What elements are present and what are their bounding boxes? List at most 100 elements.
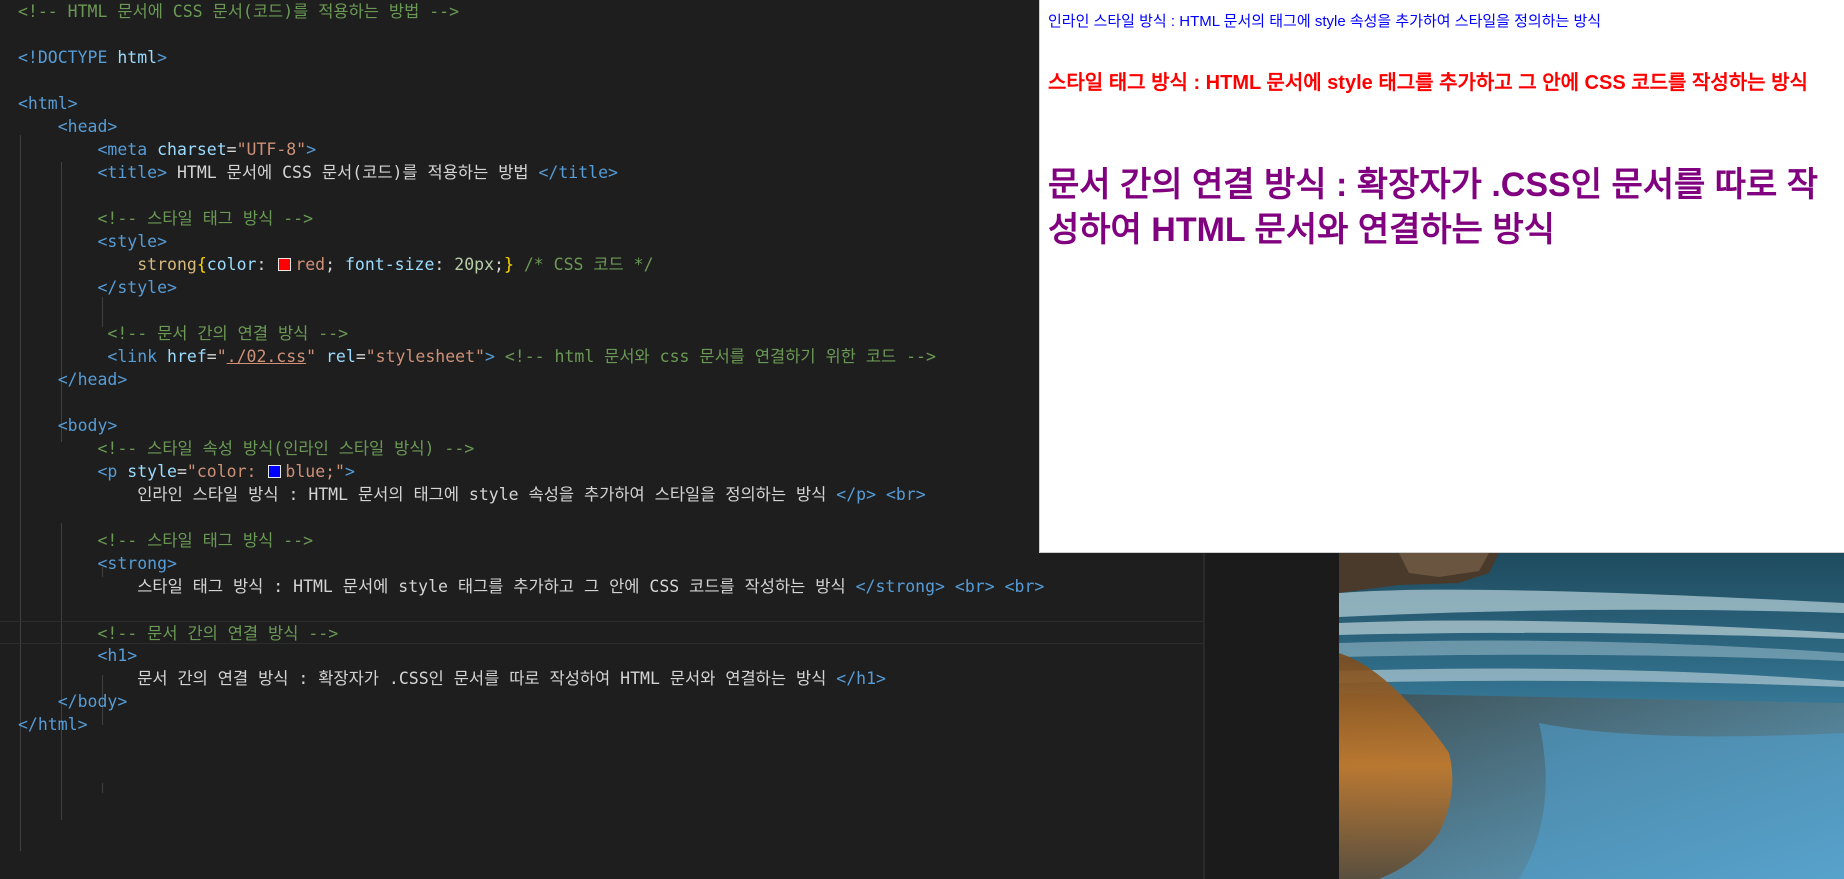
code-line[interactable]: <!DOCTYPE html> [0, 46, 1203, 69]
code-token: <!-- 문서 간의 연결 방식 --> [97, 624, 339, 643]
browser-preview-page: 인라인 스타일 방식 : HTML 문서의 태그에 style 속성을 추가하여… [1039, 0, 1844, 553]
code-token: strong [137, 255, 197, 274]
color-swatch-icon[interactable] [278, 258, 292, 271]
code-line[interactable]: <!-- 스타일 속성 방식(인라인 스타일 방식) --> [0, 437, 1203, 460]
code-line[interactable] [0, 23, 1203, 46]
code-token: style [127, 462, 177, 481]
code-line[interactable]: <!-- 스타일 태그 방식 --> [0, 207, 1203, 230]
code-line[interactable]: </style> [0, 276, 1203, 299]
inline-style-paragraph: 인라인 스타일 방식 : HTML 문서의 태그에 style 속성을 추가하여… [1048, 13, 1602, 30]
color-swatch-icon[interactable] [268, 465, 282, 478]
code-line[interactable]: </html> [0, 713, 1203, 736]
desktop-wallpaper-beach-photo [1339, 553, 1844, 879]
code-token: <p [97, 462, 118, 481]
code-token: <body> [57, 416, 118, 435]
code-line[interactable]: <!-- 스타일 태그 방식 --> [0, 529, 1203, 552]
code-token: <head> [57, 117, 118, 136]
code-line[interactable]: <link href="./02.css" rel="stylesheet"> … [0, 345, 1203, 368]
code-token: } [503, 255, 514, 274]
code-token: ; [494, 255, 504, 274]
code-line[interactable]: </head> [0, 368, 1203, 391]
strong-style-text: 스타일 태그 방식 : HTML 문서에 style 태그를 추가하고 그 안에… [1048, 72, 1808, 94]
indent-guide [102, 783, 103, 793]
code-token: href [167, 347, 207, 366]
code-line[interactable]: <!-- 문서 간의 연결 방식 --> [0, 621, 1203, 644]
code-token: </head> [57, 370, 128, 389]
linked-css-heading: 문서 간의 연결 방식 : 확장자가 .CSS인 문서를 따로 작성하여 HTM… [1048, 166, 1819, 249]
code-token: = [176, 462, 187, 481]
code-line[interactable] [0, 391, 1203, 414]
code-token: HTML 문서에 CSS 문서(코드)를 적용하는 방법 [167, 163, 539, 182]
code-token: <!-- html 문서와 css 문서를 연결하기 위한 코드 --> [504, 347, 936, 366]
code-token: > [484, 347, 495, 366]
code-line[interactable]: <html> [0, 92, 1203, 115]
code-token: = [226, 140, 237, 159]
code-token: rel [326, 347, 356, 366]
code-token: </p> [836, 485, 877, 504]
code-token: <!-- 스타일 속성 방식(인라인 스타일 방식) --> [97, 439, 475, 458]
code-token: " [216, 347, 227, 366]
code-token: <style> [97, 232, 168, 251]
code-line[interactable]: <!-- 문서 간의 연결 방식 --> [0, 322, 1203, 345]
code-token: " [306, 347, 317, 366]
code-token: <!-- 문서 간의 연결 방식 --> [107, 324, 349, 343]
code-token: <! [18, 48, 38, 67]
code-token: DOCTYPE [37, 48, 108, 67]
code-token: <h1> [97, 646, 138, 665]
code-token: <title> [97, 163, 168, 182]
code-line[interactable]: strong{color: red; font-size: 20px;} /* … [0, 253, 1203, 276]
background-panel [1203, 553, 1339, 879]
code-token: color [206, 255, 257, 274]
code-token: : [256, 255, 277, 274]
code-line[interactable]: <strong> [0, 552, 1203, 575]
css-file-link[interactable]: ./02.css [227, 347, 306, 366]
code-token: <br> [885, 485, 926, 504]
code-token: = [206, 347, 217, 366]
code-line[interactable]: <head> [0, 115, 1203, 138]
code-line[interactable]: <!-- HTML 문서에 CSS 문서(코드)를 적용하는 방법 --> [0, 0, 1203, 23]
code-line[interactable] [0, 598, 1203, 621]
code-line[interactable]: 인라인 스타일 방식 : HTML 문서의 태그에 style 속성을 추가하여… [0, 483, 1203, 506]
code-token: <!-- HTML 문서에 CSS 문서(코드)를 적용하는 방법 --> [18, 2, 459, 21]
code-line[interactable]: </body> [0, 690, 1203, 713]
code-editor[interactable]: <!-- HTML 문서에 CSS 문서(코드)를 적용하는 방법 --> <!D… [0, 0, 1203, 879]
code-line[interactable]: 문서 간의 연결 방식 : 확장자가 .CSS인 문서를 따로 작성하여 HTM… [0, 667, 1203, 690]
code-line[interactable] [0, 299, 1203, 322]
code-line[interactable]: <body> [0, 414, 1203, 437]
code-line[interactable] [0, 69, 1203, 92]
code-line[interactable]: <p style="color: blue;"> [0, 460, 1203, 483]
code-token: : [434, 255, 455, 274]
code-line[interactable]: <style> [0, 230, 1203, 253]
code-token: </h1> [836, 669, 886, 688]
code-line[interactable]: <h1> [0, 644, 1203, 667]
code-token: /* CSS 코드 */ [523, 255, 654, 274]
code-token: "stylesheet" [365, 347, 485, 366]
code-token: <link [107, 347, 158, 366]
code-line[interactable]: 스타일 태그 방식 : HTML 문서에 style 태그를 추가하고 그 안에… [0, 575, 1203, 598]
code-token: </style> [97, 278, 177, 297]
code-line[interactable] [0, 506, 1203, 529]
code-token: { [196, 255, 207, 274]
code-token: "color: [186, 462, 267, 481]
code-line[interactable]: <meta charset="UTF-8"> [0, 138, 1203, 161]
code-line[interactable]: <title> HTML 문서에 CSS 문서(코드)를 적용하는 방법 </t… [0, 161, 1203, 184]
code-line[interactable] [0, 184, 1203, 207]
code-token: </title> [538, 163, 618, 182]
